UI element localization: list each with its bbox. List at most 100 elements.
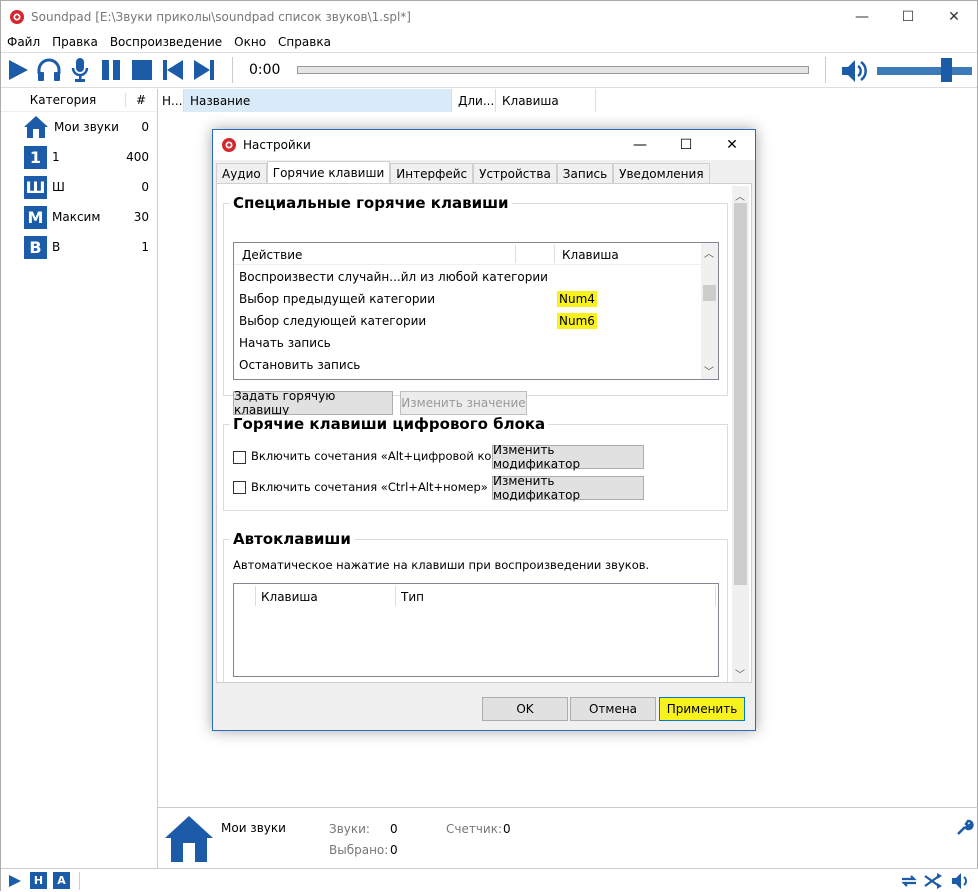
info-category-name: Мои звуки bbox=[221, 821, 286, 835]
list-scrollbar-thumb[interactable] bbox=[703, 285, 716, 301]
dialog-maximize-button[interactable]: ☐ bbox=[663, 130, 709, 160]
hotkey-row-action[interactable]: Выбор следующей категории bbox=[239, 314, 426, 328]
hotkey-row-action[interactable]: Начать запись bbox=[239, 336, 331, 350]
category-label: Ш bbox=[52, 180, 65, 194]
shuffle-icon[interactable] bbox=[923, 872, 943, 890]
category-label: Мои звуки bbox=[54, 120, 119, 134]
category-header-count[interactable]: # bbox=[126, 93, 156, 107]
hotkey-row-action[interactable]: Воспроизвести случайн...йл из любой кате… bbox=[239, 270, 548, 284]
special-hotkeys-list: Действие Клавиша Воспроизвести случайн..… bbox=[233, 242, 719, 380]
category-header-name[interactable]: Категория bbox=[1, 93, 126, 107]
home-icon bbox=[165, 816, 213, 862]
category-label: 1 bbox=[52, 150, 60, 164]
column-key[interactable]: Клавиша bbox=[562, 248, 619, 262]
change-modifier-button[interactable]: Изменить модификатор bbox=[492, 474, 644, 502]
pause-icon[interactable] bbox=[98, 57, 124, 83]
selected-label: Выбрано: bbox=[329, 843, 389, 857]
speaker-icon[interactable] bbox=[951, 872, 971, 890]
repeat-icon[interactable] bbox=[899, 872, 919, 890]
scroll-up-icon[interactable]: ︿ bbox=[735, 188, 745, 203]
column-name[interactable]: Название bbox=[184, 89, 452, 112]
hotkey-row-action[interactable]: Выбор предыдущей категории bbox=[239, 292, 435, 306]
headphones-icon[interactable] bbox=[36, 57, 62, 83]
volume-slider[interactable] bbox=[877, 67, 972, 75]
settings-scrollbar[interactable]: ︿ ﹀ bbox=[732, 186, 749, 682]
list-scrollbar[interactable] bbox=[701, 243, 718, 379]
category-count: 0 bbox=[141, 180, 149, 194]
soundpad-logo-icon bbox=[10, 9, 24, 24]
cancel-button[interactable]: Отмена bbox=[570, 697, 656, 721]
menu-file[interactable]: Файл bbox=[7, 35, 40, 49]
column-action[interactable]: Действие bbox=[242, 248, 302, 262]
play-icon[interactable] bbox=[5, 57, 31, 83]
close-button[interactable]: ✕ bbox=[931, 1, 977, 32]
tab-interface[interactable]: Интерфейс bbox=[390, 163, 474, 183]
settings-tabs: Аудио Горячие клавиши Интерфейс Устройст… bbox=[216, 161, 710, 184]
hotkey-badge-h[interactable]: H bbox=[30, 872, 47, 889]
scroll-down-icon[interactable]: ﹀ bbox=[704, 363, 714, 378]
category-item-sh[interactable]: Ш Ш 0 bbox=[1, 172, 157, 202]
tab-notifications[interactable]: Уведомления bbox=[613, 163, 710, 183]
settings-scrollbar-thumb[interactable] bbox=[734, 203, 747, 585]
counter-value: 0 bbox=[503, 822, 511, 836]
toolbar-divider bbox=[825, 57, 826, 83]
dialog-close-button[interactable]: ✕ bbox=[709, 130, 755, 160]
alt-code-label[interactable]: Включить сочетания «Alt+цифровой код» bbox=[251, 449, 506, 463]
autokeys-column-type[interactable]: Тип bbox=[401, 590, 424, 604]
ctrl-alt-number-checkbox[interactable] bbox=[233, 481, 246, 494]
volume-slider-handle[interactable] bbox=[941, 58, 953, 82]
apply-button[interactable]: Применить bbox=[659, 697, 745, 721]
category-item-1[interactable]: 1 1 400 bbox=[1, 142, 157, 172]
menu-window[interactable]: Окно bbox=[234, 35, 266, 49]
dialog-title-bar: Настройки — ☐ ✕ bbox=[213, 130, 755, 160]
dialog-minimize-button[interactable]: — bbox=[617, 130, 663, 160]
category-badge: М bbox=[24, 205, 47, 229]
stop-icon[interactable] bbox=[129, 57, 155, 83]
category-item-my-sounds[interactable]: Мои звуки 0 bbox=[1, 112, 157, 142]
change-value-button[interactable]: Изменить значение bbox=[400, 391, 527, 415]
column-number[interactable]: Н... bbox=[158, 89, 184, 112]
change-modifier-button[interactable]: Изменить модификатор bbox=[492, 443, 644, 471]
previous-icon[interactable] bbox=[160, 57, 186, 83]
menu-edit[interactable]: Правка bbox=[52, 35, 98, 49]
sounds-value: 0 bbox=[390, 822, 398, 836]
category-badge: 1 bbox=[24, 145, 47, 169]
category-item-maxim[interactable]: М Максим 30 bbox=[1, 202, 157, 232]
list-header bbox=[234, 243, 704, 265]
speaker-icon[interactable] bbox=[841, 59, 869, 86]
tab-recording[interactable]: Запись bbox=[556, 163, 614, 183]
special-hotkeys-group: Специальные горячие клавиши Действие Кла… bbox=[223, 194, 728, 417]
autokeys-column-key[interactable]: Клавиша bbox=[261, 590, 318, 604]
seek-bar[interactable] bbox=[297, 66, 809, 74]
column-divider bbox=[515, 245, 516, 263]
column-duration[interactable]: Дли... bbox=[452, 89, 496, 112]
category-item-v[interactable]: В В 1 bbox=[1, 232, 157, 262]
autokeys-group: Автоклавиши Автоматическое нажатие на кл… bbox=[223, 530, 728, 682]
column-hotkey[interactable]: Клавиша bbox=[496, 89, 596, 112]
column-divider bbox=[554, 245, 555, 263]
tab-devices[interactable]: Устройства bbox=[473, 163, 557, 183]
menu-playback[interactable]: Воспроизведение bbox=[110, 35, 222, 49]
hotkey-row-action[interactable]: Остановить запись bbox=[239, 358, 360, 372]
wrench-icon[interactable] bbox=[956, 818, 974, 836]
hotkey-badge-a[interactable]: A bbox=[53, 872, 70, 889]
counter-label: Счетчик: bbox=[446, 822, 503, 836]
scroll-down-icon[interactable]: ﹀ bbox=[735, 666, 745, 681]
ok-button[interactable]: OK bbox=[482, 697, 568, 721]
microphone-icon[interactable] bbox=[67, 57, 93, 83]
menu-help[interactable]: Справка bbox=[278, 35, 331, 49]
ctrl-alt-number-label[interactable]: Включить сочетания «Ctrl+Alt+номер» bbox=[251, 480, 488, 494]
hotkey-row-key[interactable]: Num4 bbox=[557, 291, 597, 307]
sound-list-header: Н... Название Дли... Клавиша bbox=[158, 89, 978, 112]
info-panel: Мои звуки Звуки: 0 Счетчик: 0 Выбрано: 0 bbox=[158, 807, 978, 868]
minimize-button[interactable]: — bbox=[839, 1, 885, 32]
set-hotkey-button[interactable]: Задать горячую клавишу bbox=[233, 389, 393, 417]
scroll-up-icon[interactable]: ︿ bbox=[704, 245, 714, 260]
tab-hotkeys[interactable]: Горячие клавиши bbox=[266, 161, 391, 184]
hotkey-row-key[interactable]: Num6 bbox=[557, 313, 597, 329]
next-icon[interactable] bbox=[191, 57, 217, 83]
play-mode-icon[interactable] bbox=[7, 873, 23, 889]
tab-audio[interactable]: Аудио bbox=[216, 163, 267, 183]
alt-code-checkbox[interactable] bbox=[233, 451, 246, 464]
maximize-button[interactable]: ☐ bbox=[885, 1, 931, 32]
